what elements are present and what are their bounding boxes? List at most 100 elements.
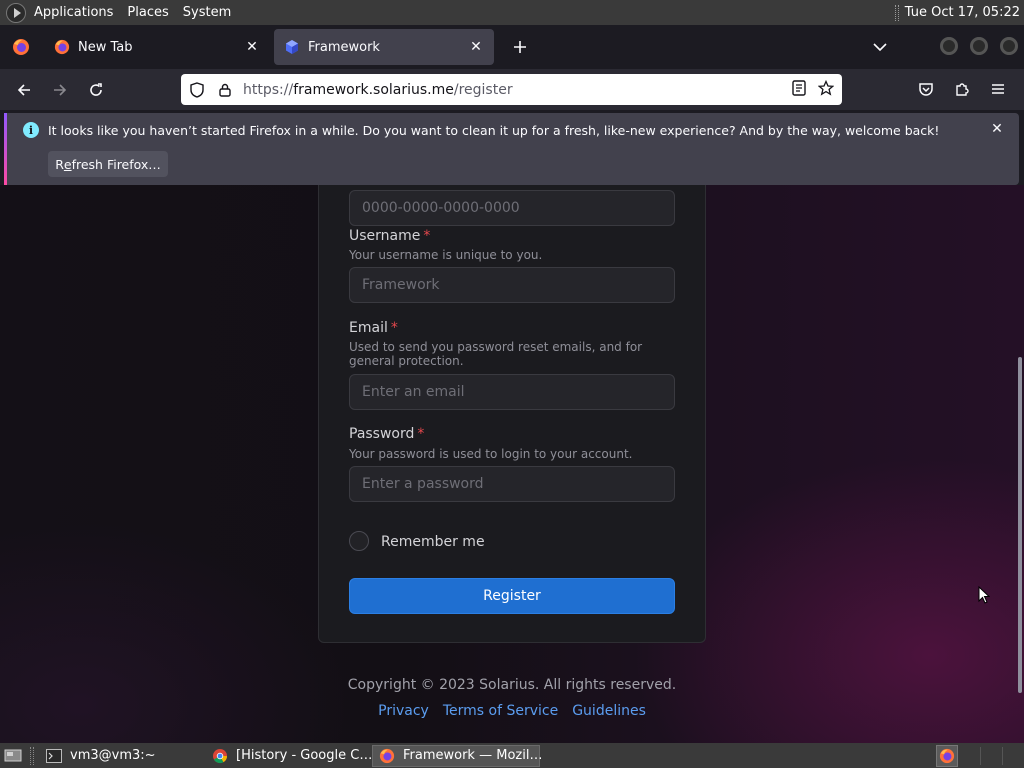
refresh-button-text-end: fresh Firefox… [71, 156, 161, 172]
remember-me-checkbox[interactable] [349, 531, 369, 551]
copyright-text: Copyright © 2023 Solarius. All rights re… [347, 677, 677, 693]
close-tab-icon[interactable]: ✕ [244, 39, 260, 55]
required-marker: * [417, 426, 425, 442]
url-path: /register [453, 81, 513, 98]
maximize-button[interactable] [970, 37, 988, 55]
password-field[interactable] [349, 466, 675, 502]
url-text[interactable]: https://framework.solarius.me/register [243, 82, 513, 98]
taskbar-item-firefox[interactable]: Framework — Mozil… [372, 744, 543, 767]
code-field[interactable] [349, 190, 675, 226]
close-notification-icon[interactable]: ✕ [989, 121, 1005, 137]
email-label-text: Email [349, 320, 388, 336]
window-controls [940, 37, 1018, 55]
guidelines-link[interactable]: Guidelines [572, 703, 646, 719]
url-scheme: https:// [243, 81, 294, 98]
mouse-cursor-icon [978, 586, 990, 604]
taskbar-item-label: [History - Google C… [236, 748, 373, 763]
show-desktop-button[interactable] [2, 747, 24, 765]
refresh-button-text-start: R [55, 156, 64, 172]
tab-framework[interactable]: Framework ✕ [274, 29, 494, 65]
close-tab-icon[interactable]: ✕ [468, 39, 484, 55]
list-all-tabs-button[interactable] [864, 31, 896, 63]
tracking-protection-shield-icon[interactable] [189, 81, 205, 98]
back-button[interactable] [8, 74, 40, 106]
email-hint: Used to send you password reset emails, … [349, 340, 643, 368]
tab-strip: New Tab ✕ Framework ✕ [0, 25, 1024, 69]
remember-me-label[interactable]: Remember me [381, 534, 485, 550]
taskbar-item-label: vm3@vm3:~ [70, 748, 156, 763]
panel-separator [894, 4, 899, 21]
terms-of-service-link[interactable]: Terms of Service [443, 703, 558, 719]
places-menu[interactable]: Places [127, 5, 168, 20]
refresh-button-accesskey: e [63, 156, 72, 172]
lock-icon[interactable] [217, 82, 233, 98]
clock[interactable]: Tue Oct 17, 05:22 [905, 5, 1020, 20]
workspace-switcher[interactable] [936, 745, 958, 767]
new-tab-button[interactable] [504, 31, 536, 63]
plus-icon [514, 41, 526, 53]
reload-icon [90, 82, 102, 96]
firefox-icon [379, 748, 395, 764]
forward-button[interactable] [44, 74, 76, 106]
desktop-icon [4, 749, 22, 761]
taskbar-item-label: Framework — Mozil… [403, 748, 543, 763]
close-window-button[interactable] [1000, 37, 1018, 55]
required-marker: * [390, 320, 398, 336]
framework-logo-icon [284, 39, 300, 55]
email-field[interactable] [349, 374, 675, 410]
terminal-icon [46, 748, 62, 764]
tray-divider [1002, 747, 1003, 765]
notification-bar: i It looks like you haven’t started Fire… [4, 113, 1019, 185]
taskbar-item-chrome[interactable]: [History - Google C… [206, 745, 372, 767]
bookmark-star-icon[interactable] [817, 79, 835, 100]
chrome-icon [212, 748, 228, 764]
top-panel: Applications Places System Tue Oct 17, 0… [0, 0, 1024, 25]
tray-divider [980, 747, 981, 765]
url-bar[interactable]: https://framework.solarius.me/register [181, 74, 842, 105]
privacy-link[interactable]: Privacy [378, 703, 429, 719]
gnome-foot-icon[interactable] [6, 2, 26, 23]
notification-text: It looks like you haven’t started Firefo… [48, 123, 940, 138]
system-menu[interactable]: System [183, 5, 231, 20]
hamburger-menu-icon [992, 84, 1004, 94]
page-content: Username* Your username is unique to you… [0, 185, 1024, 743]
register-form-card: Username* Your username is unique to you… [318, 185, 706, 643]
password-hint: Your password is used to login to your a… [349, 447, 633, 461]
refresh-firefox-button[interactable]: Re fresh Firefox… [48, 151, 168, 177]
pocket-icon [919, 83, 933, 96]
username-hint: Your username is unique to you. [349, 248, 543, 262]
tab-new-tab[interactable]: New Tab ✕ [44, 29, 270, 65]
minimize-button[interactable] [940, 37, 958, 55]
firefox-view-icon[interactable] [0, 25, 42, 69]
url-host: framework.solarius.me [293, 81, 454, 98]
nav-bar: https://framework.solarius.me/register [0, 69, 1024, 110]
username-field[interactable] [349, 267, 675, 303]
firefox-icon [54, 39, 70, 55]
taskbar: vm3@vm3:~ [History - Google C… Framework… [0, 743, 1024, 768]
chevron-down-icon [873, 43, 887, 52]
username-label-text: Username [349, 228, 421, 244]
applications-menu[interactable]: Applications [34, 5, 113, 20]
extensions-button[interactable] [946, 73, 978, 105]
reload-button[interactable] [80, 74, 112, 106]
reader-view-icon[interactable] [792, 79, 806, 100]
page-scrollbar[interactable] [1018, 357, 1022, 693]
footer-links: Privacy Terms of Service Guidelines [0, 703, 1024, 719]
register-button[interactable]: Register [349, 578, 675, 614]
taskbar-separator [30, 746, 34, 765]
info-icon: i [23, 122, 39, 138]
tab-title: Framework [308, 39, 380, 55]
required-marker: * [423, 228, 431, 244]
app-menu-button[interactable] [982, 73, 1014, 105]
tab-title: New Tab [78, 39, 133, 55]
firefox-icon [939, 748, 955, 764]
username-label: Username * [349, 228, 430, 244]
email-label: Email * [349, 320, 398, 336]
puzzle-piece-icon [956, 83, 969, 96]
password-label: Password * [349, 426, 424, 442]
password-label-text: Password [349, 426, 415, 442]
arrow-right-icon [54, 83, 67, 96]
arrow-left-icon [17, 83, 30, 96]
taskbar-item-terminal[interactable]: vm3@vm3:~ [40, 745, 206, 767]
pocket-button[interactable] [910, 73, 942, 105]
